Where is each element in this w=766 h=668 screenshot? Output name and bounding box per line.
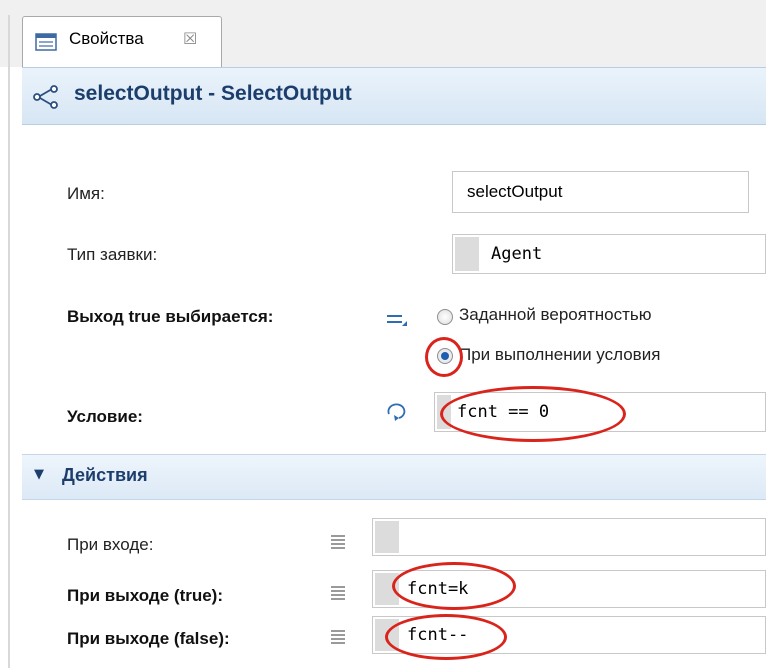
condition-field[interactable]: fcnt == 0 <box>434 392 766 432</box>
name-value: selectOutput <box>467 182 563 201</box>
radio-condition-label[interactable]: При выполнении условия <box>459 345 660 365</box>
name-field[interactable]: selectOutput <box>452 171 749 213</box>
properties-header: selectOutput - SelectOutput <box>22 67 766 125</box>
on-enter-swatch <box>375 521 399 553</box>
close-icon[interactable]: ☒ <box>183 29 197 48</box>
code-lines-icon <box>331 535 345 551</box>
on-exit-false-value: fcnt-- <box>407 625 469 645</box>
tab-properties[interactable]: Свойства ☒ <box>22 16 222 69</box>
chevron-down-icon[interactable]: ▼ <box>34 467 44 482</box>
radio-condition[interactable] <box>437 348 453 364</box>
tab-label: Свойства <box>69 29 144 48</box>
on-enter-label: При входе: <box>67 535 154 554</box>
on-exit-true-value: fcnt=k <box>407 579 469 599</box>
on-enter-field[interactable] <box>372 518 766 556</box>
select-output-icon <box>33 85 58 109</box>
page-title: selectOutput - SelectOutput <box>74 82 352 105</box>
output-true-label: Выход true выбирается: <box>67 307 274 326</box>
agent-type-swatch <box>455 237 479 271</box>
condition-swatch <box>437 395 451 429</box>
radio-probability[interactable] <box>437 309 453 325</box>
view-border <box>8 15 10 668</box>
properties-icon <box>35 33 57 51</box>
agent-type-field[interactable]: Agent <box>452 234 766 274</box>
on-exit-true-label: При выходе (true): <box>67 586 224 605</box>
radio-probability-label[interactable]: Заданной вероятностью <box>459 305 651 325</box>
on-exit-false-swatch <box>375 619 399 651</box>
condition-label: Условие: <box>67 407 143 426</box>
actions-section-header[interactable]: ▼ Действия <box>22 454 766 500</box>
actions-title: Действия <box>62 465 148 485</box>
on-exit-true-field[interactable]: fcnt=k <box>372 570 766 608</box>
on-exit-false-label: При выходе (false): <box>67 629 230 648</box>
on-exit-false-field[interactable]: fcnt-- <box>372 616 766 654</box>
name-label: Имя: <box>67 184 105 203</box>
agent-type-label: Тип заявки: <box>67 245 158 264</box>
equals-icon[interactable] <box>386 312 408 328</box>
agent-type-value: Agent <box>491 244 543 264</box>
condition-value: fcnt == 0 <box>457 402 550 422</box>
on-exit-true-swatch <box>375 573 399 605</box>
refresh-icon[interactable] <box>384 399 408 423</box>
code-lines-icon <box>331 630 345 646</box>
code-lines-icon <box>331 586 345 602</box>
